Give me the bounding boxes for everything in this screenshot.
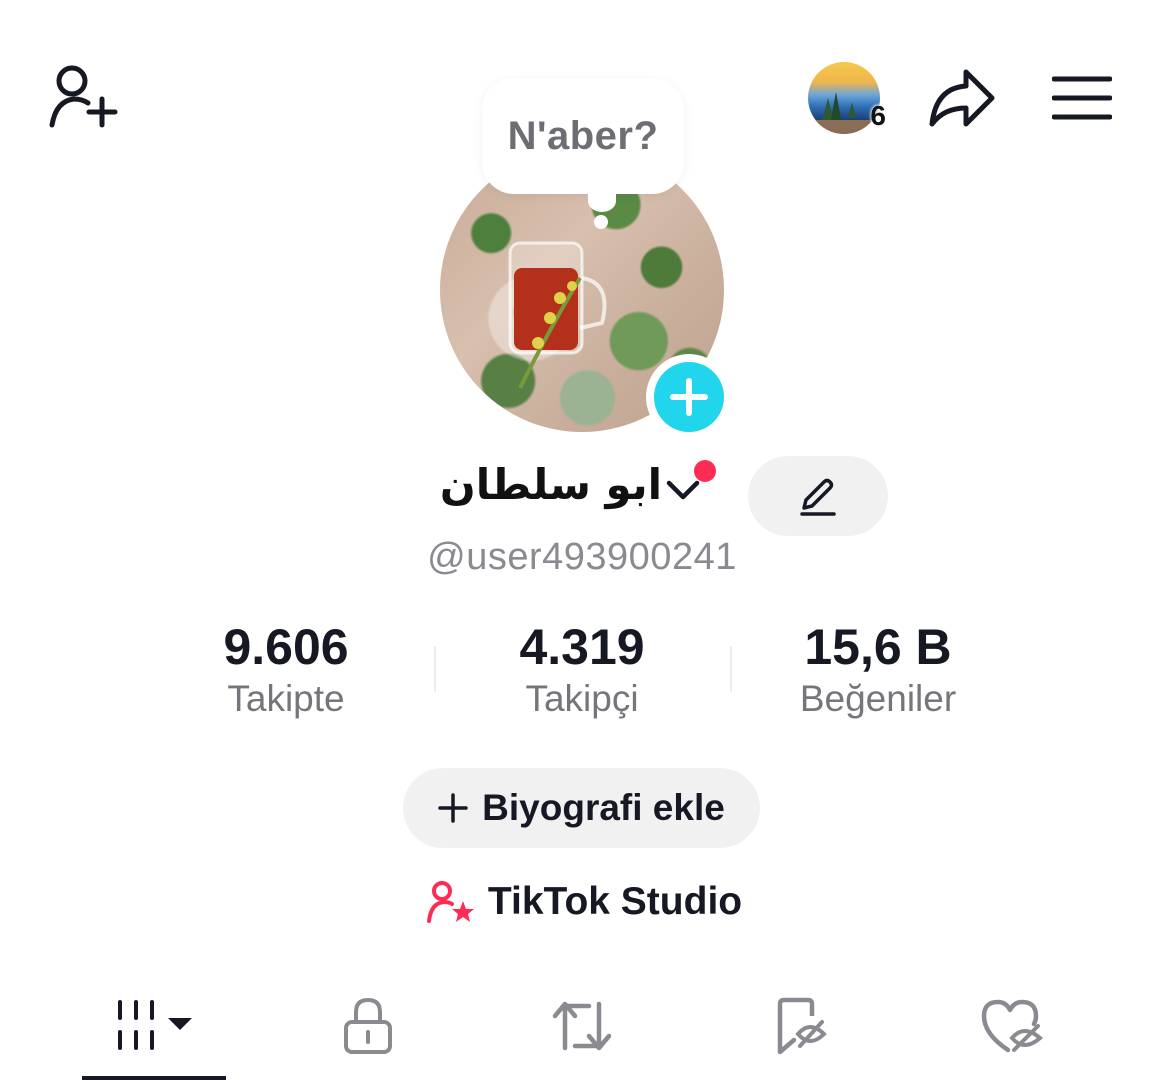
note-text: N'aber?	[507, 113, 659, 158]
note-bubble-dot	[594, 215, 608, 229]
pencil-icon	[800, 478, 836, 516]
bookmark-hidden-icon	[777, 997, 827, 1055]
active-tab-indicator	[82, 1076, 226, 1080]
note-bubble[interactable]: N'aber?	[482, 78, 684, 194]
add-bio-button[interactable]: Biyografi ekle	[403, 768, 760, 848]
story-avatar-button[interactable]: 6	[806, 60, 886, 136]
display-name: ابو سلطان	[439, 460, 662, 509]
share-arrow-icon	[929, 69, 995, 127]
chevron-down-icon	[666, 480, 700, 500]
username: @user493900241	[427, 536, 737, 578]
person-plus-icon	[49, 65, 118, 128]
edit-profile-button[interactable]	[748, 456, 888, 536]
menu-button[interactable]	[1040, 62, 1124, 134]
tab-videos[interactable]	[82, 986, 226, 1066]
lock-icon	[344, 997, 392, 1054]
add-bio-label: Biyografi ekle	[482, 787, 725, 828]
plus-icon	[438, 793, 468, 823]
share-button[interactable]	[920, 62, 1004, 134]
heart-hidden-icon	[981, 999, 1044, 1053]
repost-icon	[552, 1001, 612, 1051]
story-count-badge: 6	[870, 100, 886, 131]
stat-followers[interactable]: 4.319 Takipçi	[432, 618, 732, 722]
stat-value: 4.319	[519, 619, 645, 675]
add-friend-button[interactable]	[40, 62, 124, 134]
add-story-button[interactable]	[646, 354, 732, 440]
notification-dot	[694, 460, 716, 482]
hamburger-menu-icon	[1052, 76, 1112, 120]
tab-reposts[interactable]	[524, 986, 640, 1066]
stat-label: Takipçi	[525, 678, 639, 719]
tab-favorites[interactable]	[742, 986, 858, 1066]
tiktok-studio-link[interactable]: TikTok Studio	[414, 872, 754, 932]
stat-following[interactable]: 9.606 Takipte	[136, 618, 436, 722]
tab-liked[interactable]	[954, 986, 1070, 1066]
tab-private[interactable]	[310, 986, 426, 1066]
display-name-row[interactable]: ابو سلطان	[430, 456, 730, 536]
stat-label: Takipte	[227, 678, 345, 719]
plus-circle-icon	[670, 378, 708, 416]
note-bubble-tail	[588, 190, 616, 212]
stat-value: 15,6 B	[804, 619, 952, 675]
tiktok-studio-label: TikTok Studio	[487, 880, 743, 923]
stat-likes[interactable]: 15,6 B Beğeniler	[728, 618, 1028, 722]
video-grid-icon	[118, 1000, 192, 1050]
stat-value: 9.606	[223, 619, 349, 675]
stat-label: Beğeniler	[799, 678, 957, 719]
creator-star-icon	[426, 881, 474, 923]
